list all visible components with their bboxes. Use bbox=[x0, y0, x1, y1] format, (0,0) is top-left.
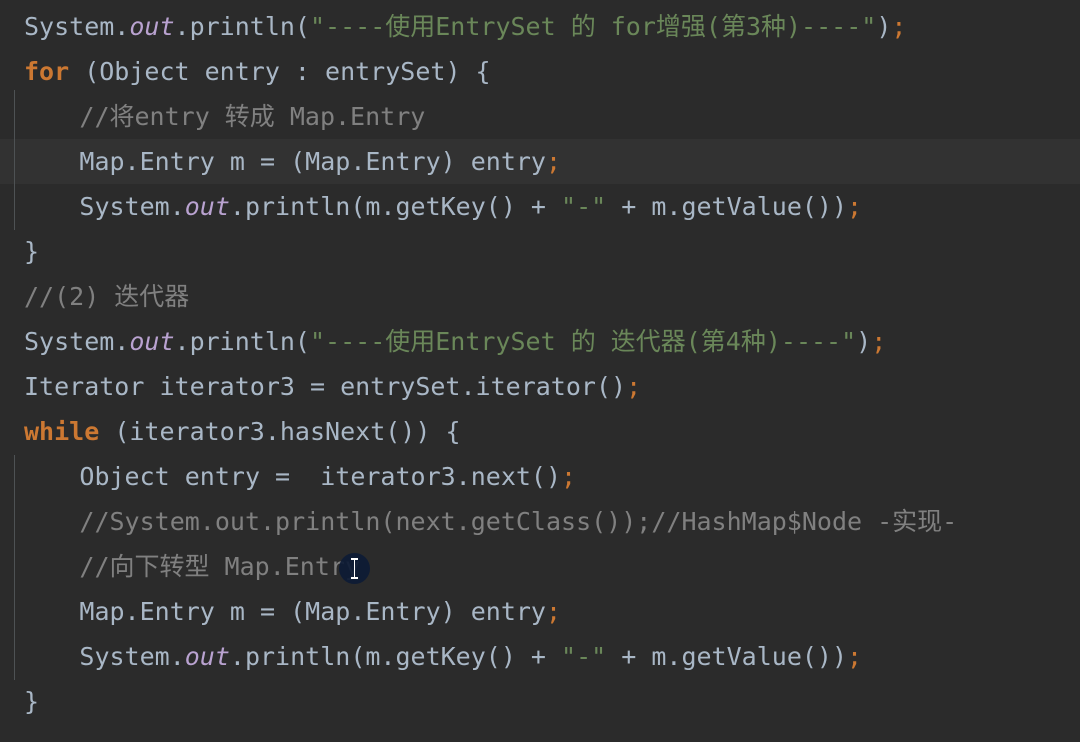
code-line[interactable]: System.out.println(m.getKey() + "-" + m.… bbox=[79, 184, 862, 229]
code-token: (iterator3.hasNext()) { bbox=[99, 417, 461, 446]
code-token: Object entry = iterator3.next() bbox=[79, 462, 562, 491]
code-token: ) bbox=[876, 12, 892, 41]
code-token: out bbox=[129, 327, 175, 356]
code-token: while bbox=[24, 417, 100, 446]
code-line[interactable]: Object entry = iterator3.next(); bbox=[79, 454, 576, 499]
code-token: "----使用EntrySet 的 迭代器(第4种)----" bbox=[309, 327, 857, 356]
code-editor-viewport[interactable]: System.out.println("----使用EntrySet 的 for… bbox=[0, 0, 1080, 742]
code-token: ; bbox=[626, 372, 642, 401]
code-line[interactable]: System.out.println(m.getKey() + "-" + m.… bbox=[79, 634, 862, 679]
code-token: "-" bbox=[561, 192, 607, 221]
code-token: System. bbox=[24, 12, 130, 41]
code-token: //(2) 迭代器 bbox=[24, 282, 190, 311]
code-line[interactable]: Map.Entry m = (Map.Entry) entry; bbox=[79, 139, 561, 184]
code-line[interactable]: } bbox=[24, 229, 39, 274]
code-token: System. bbox=[24, 327, 130, 356]
code-token: System. bbox=[79, 192, 185, 221]
code-token: out bbox=[184, 192, 230, 221]
indent-guide bbox=[14, 455, 15, 680]
code-token: System. bbox=[79, 642, 185, 671]
code-line[interactable]: for (Object entry : entrySet) { bbox=[24, 49, 491, 94]
code-line[interactable]: //将entry 转成 Map.Entry bbox=[79, 94, 425, 139]
code-token: + m.getValue()) bbox=[606, 642, 848, 671]
code-line[interactable]: //System.out.println(next.getClass());//… bbox=[79, 499, 957, 544]
code-token: } bbox=[24, 237, 40, 266]
code-token: .println( bbox=[174, 12, 310, 41]
code-token: ; bbox=[891, 12, 907, 41]
code-line[interactable]: while (iterator3.hasNext()) { bbox=[24, 409, 461, 454]
code-line[interactable]: Map.Entry m = (Map.Entry) entry; bbox=[79, 589, 561, 634]
code-token: ; bbox=[871, 327, 887, 356]
code-token: ; bbox=[545, 147, 562, 176]
code-line[interactable]: System.out.println("----使用EntrySet 的 迭代器… bbox=[24, 319, 886, 364]
code-line[interactable]: } bbox=[24, 679, 39, 724]
code-token: + m.getValue()) bbox=[606, 192, 848, 221]
code-token: ; bbox=[847, 192, 863, 221]
code-token: ; bbox=[561, 462, 577, 491]
code-token: ; bbox=[847, 642, 863, 671]
code-token: } bbox=[24, 687, 40, 716]
code-line[interactable]: //(2) 迭代器 bbox=[24, 274, 189, 319]
code-token: .println( bbox=[174, 327, 310, 356]
code-token: Map.Entry m = (Map.Entry) entry bbox=[79, 597, 546, 626]
code-token: .println(m.getKey() + bbox=[229, 642, 562, 671]
code-line[interactable]: //向下转型 Map.Entry bbox=[79, 544, 360, 589]
code-token: ; bbox=[545, 597, 562, 626]
code-token: "----使用EntrySet 的 for增强(第3种)----" bbox=[309, 12, 877, 41]
code-token: out bbox=[184, 642, 230, 671]
code-token: .println(m.getKey() + bbox=[229, 192, 562, 221]
code-token: for bbox=[24, 57, 70, 86]
code-token: ) bbox=[856, 327, 872, 356]
code-token: Map.Entry m = (Map.Entry) entry bbox=[79, 147, 546, 176]
code-token: Iterator iterator3 = entrySet.iterator() bbox=[24, 372, 627, 401]
code-token: (Object entry : entrySet) { bbox=[69, 57, 491, 86]
code-token: //向下转型 Map.Entry bbox=[79, 552, 361, 581]
code-line[interactable]: Iterator iterator3 = entrySet.iterator()… bbox=[24, 364, 641, 409]
code-line[interactable]: System.out.println("----使用EntrySet 的 for… bbox=[24, 4, 906, 49]
code-token: //将entry 转成 Map.Entry bbox=[79, 102, 426, 131]
code-token: //System.out.println(next.getClass());//… bbox=[79, 507, 958, 536]
code-token: out bbox=[129, 12, 175, 41]
indent-guide bbox=[14, 90, 15, 230]
code-token: "-" bbox=[561, 642, 607, 671]
